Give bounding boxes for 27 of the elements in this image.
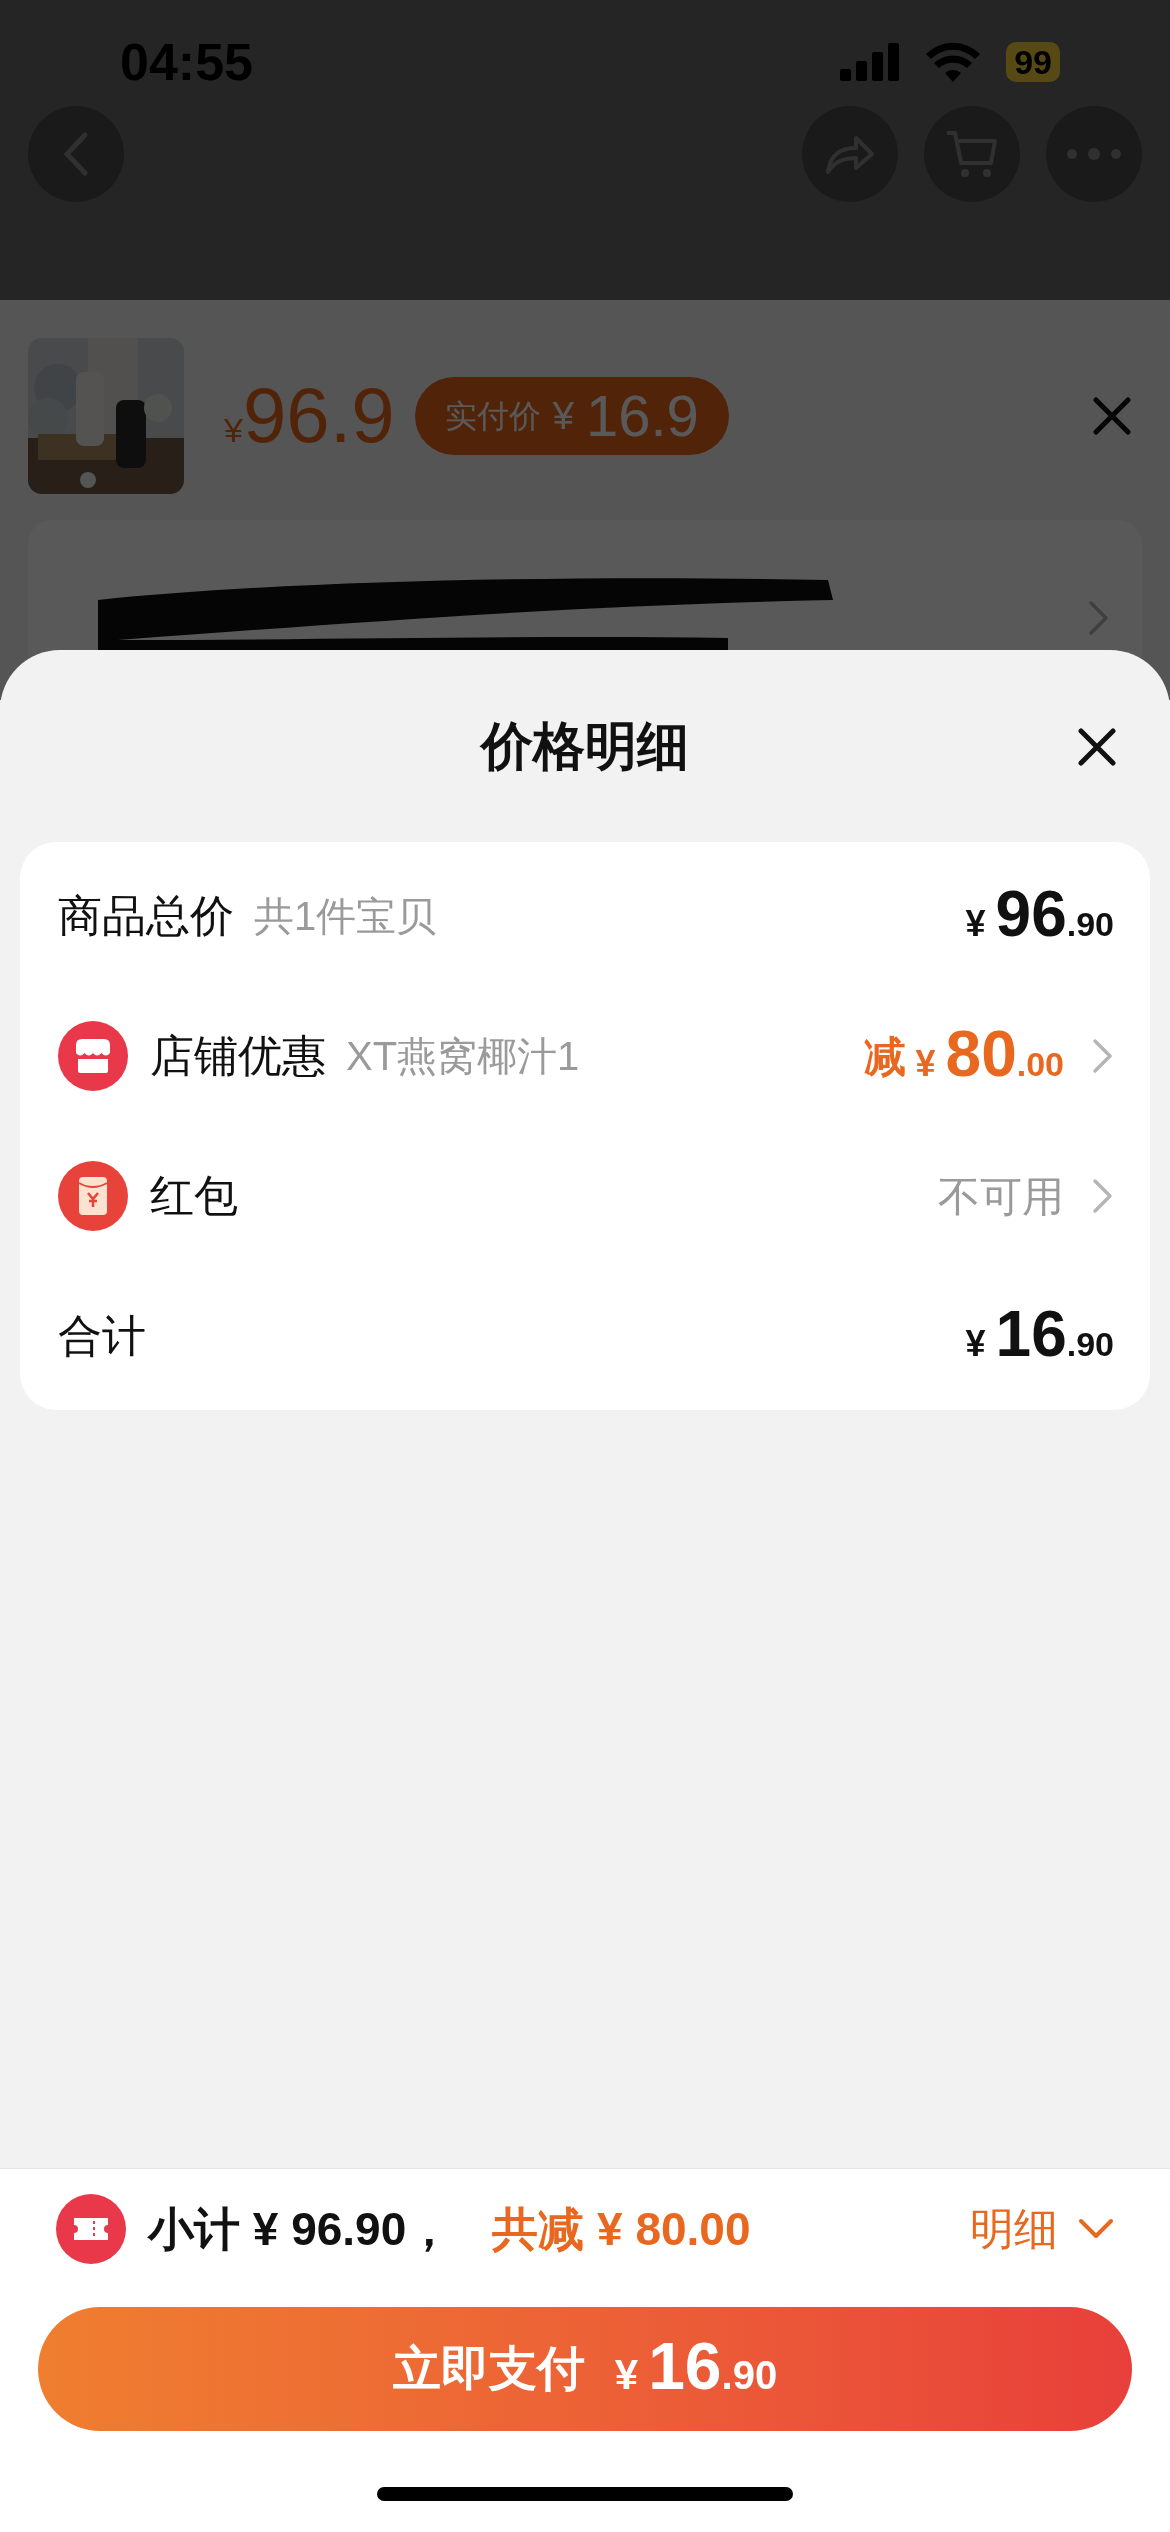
pay-button[interactable]: 立即支付 ¥16.90 <box>38 2307 1132 2431</box>
row-label: 合计 <box>58 1310 146 1362</box>
store-icon <box>58 1021 128 1091</box>
row-note: 共1件宝贝 <box>254 893 437 940</box>
discount-amount: ¥80.00 <box>915 1021 1064 1091</box>
battery-indicator: 99 <box>1006 42 1060 82</box>
paid-price-badge: 实付价 ¥ 16.9 <box>414 377 729 455</box>
coupon-icon <box>56 2194 126 2264</box>
row-label: 商品总价 <box>58 890 234 942</box>
row-label: 红包 <box>150 1170 238 1222</box>
wifi-icon <box>926 42 981 82</box>
subtotal-text: 小计 ¥ 96.90， <box>148 2201 453 2257</box>
chevron-down-icon <box>1078 2218 1114 2240</box>
sheet-title: 价格明细 <box>481 716 689 777</box>
close-button[interactable] <box>1078 728 1116 766</box>
price-amount: ¥96.90 <box>965 881 1114 951</box>
product-price: ¥96.9 <box>224 376 395 456</box>
chevron-right-icon <box>1088 600 1110 636</box>
details-link[interactable]: 明细 <box>970 2196 1114 2262</box>
signal-icon <box>840 43 901 81</box>
row-note: XT燕窝椰汁1 <box>346 1033 580 1080</box>
total-discount-text: 共减 ¥ 80.00 <box>492 2201 751 2257</box>
row-label: 店铺优惠 <box>150 1030 326 1082</box>
price-amount: ¥16.90 <box>965 1301 1114 1371</box>
envelope-icon <box>58 1161 128 1231</box>
discount-label: 减 <box>863 1031 906 1082</box>
status-text: 不可用 <box>938 1171 1064 1222</box>
